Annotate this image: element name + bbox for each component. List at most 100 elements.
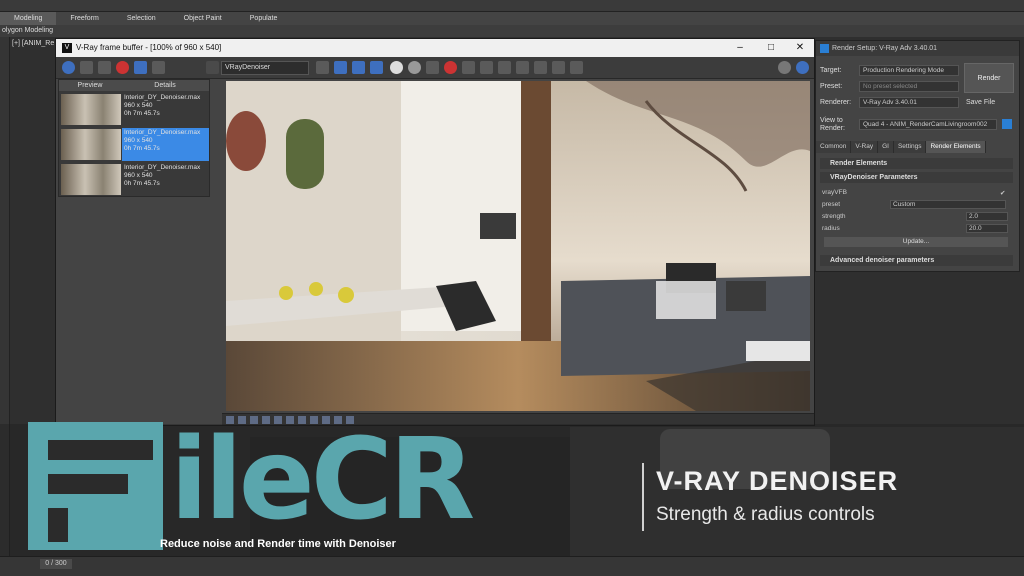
watermark-separator [642, 463, 644, 531]
history-details-header: Details [154, 82, 176, 89]
timeline-bar[interactable] [0, 556, 1024, 576]
preset-label: Preset: [820, 83, 843, 90]
camera-icon[interactable] [552, 61, 565, 74]
update-button[interactable]: Update... [824, 237, 1008, 247]
strength-spinner[interactable]: 2.0 [966, 212, 1008, 221]
vrayvfb-checkbox[interactable]: ✔ [1000, 189, 1005, 197]
history-thumbnail [61, 94, 121, 125]
minimize-icon[interactable]: – [728, 39, 752, 57]
save-image-icon[interactable] [426, 61, 439, 74]
filecr-f-mark [48, 440, 153, 542]
compare-icon[interactable] [134, 61, 147, 74]
render-setup-tabs: Common V-Ray GI Settings Render Elements [816, 141, 1019, 153]
close-icon[interactable]: ✕ [788, 39, 812, 57]
history-item-name: Interior_DY_Denoiser.max [124, 129, 201, 136]
renderer-label: Renderer: [820, 99, 852, 106]
record-icon[interactable] [116, 61, 129, 74]
max-top-toolbar [0, 0, 1024, 12]
history-toggle-icon[interactable] [62, 61, 75, 74]
tab-settings[interactable]: Settings [893, 141, 927, 153]
render-button[interactable]: Render [964, 63, 1014, 93]
lock-view-icon[interactable] [1002, 119, 1012, 129]
mono-icon[interactable] [408, 61, 421, 74]
alpha-icon[interactable] [390, 61, 403, 74]
vray-frame-buffer-window: V V-Ray frame buffer - [100% of 960 x 54… [55, 38, 815, 426]
history-thumbnail [61, 129, 121, 160]
b-channel-icon[interactable] [370, 61, 383, 74]
render-history-panel: Preview Details Interior_DY_Denoiser.max… [58, 79, 210, 197]
view-to-render-dropdown[interactable]: Quad 4 - ANIM_RenderCamLivingroom002 [859, 119, 997, 130]
maximize-icon[interactable]: □ [759, 39, 783, 57]
param-vrayvfb-label: vrayVFB [822, 189, 847, 196]
film-icon[interactable] [570, 61, 583, 74]
history-thumbnail [61, 164, 121, 195]
render-setup-titlebar: Render Setup: V-Ray Adv 3.40.01 [816, 41, 1019, 56]
copy-icon[interactable] [152, 61, 165, 74]
denoiser-preset-dropdown[interactable]: Custom [890, 200, 1006, 209]
stop-icon[interactable] [444, 61, 457, 74]
tab-common[interactable]: Common [816, 141, 852, 153]
tab-gi[interactable]: GI [878, 141, 894, 153]
channel-dropdown[interactable]: VRayDenoiser [221, 61, 309, 75]
target-label: Target: [820, 67, 842, 74]
r-channel-icon[interactable] [334, 61, 347, 74]
g-channel-icon[interactable] [352, 61, 365, 74]
param-strength-label: strength [822, 213, 846, 220]
preset-dropdown[interactable]: No preset selected [859, 81, 959, 92]
heart-icon[interactable] [316, 61, 329, 74]
render-icon[interactable] [796, 61, 809, 74]
watermark-subtitle: Strength & radius controls [656, 504, 875, 525]
load-icon[interactable] [98, 61, 111, 74]
renderer-dropdown[interactable]: V-Ray Adv 3.40.01 [859, 97, 959, 108]
interior-render-illustration [226, 81, 810, 411]
frame-buffer-toolbar: VRayDenoiser [56, 57, 814, 79]
ribbon-tab-selection[interactable]: Selection [113, 12, 170, 25]
history-item-time: 0h 7m 45.7s [124, 180, 160, 187]
frame-buffer-titlebar: V V-Ray frame buffer - [100% of 960 x 54… [56, 39, 814, 57]
status-light-icon [778, 61, 791, 74]
rendered-image[interactable] [226, 81, 810, 411]
max-logo-icon [820, 44, 829, 53]
view-to-render-label: View to Render: [820, 117, 845, 132]
rollout-denoiser-parameters[interactable]: VRayDenoiser Parameters [820, 172, 1013, 183]
track-mouse-icon[interactable] [480, 61, 493, 74]
ribbon-tab-freeform[interactable]: Freeform [56, 12, 112, 25]
history-item-res: 960 x 540 [124, 172, 153, 179]
viewport-label[interactable]: [+] [ANIM_Re [12, 40, 54, 47]
display-icon[interactable] [534, 61, 547, 74]
history-item-res: 960 x 540 [124, 137, 153, 144]
history-item-name: Interior_DY_Denoiser.max [124, 164, 201, 171]
filecr-logo-icon [28, 422, 163, 550]
ribbon-tab-populate[interactable]: Populate [236, 12, 292, 25]
rollout-render-elements[interactable]: Render Elements [820, 158, 1013, 169]
history-item-name: Interior_DY_Denoiser.max [124, 94, 201, 101]
ribbon-tab-modeling[interactable]: Modeling [0, 12, 57, 25]
history-item[interactable]: Interior_DY_Denoiser.max 960 x 540 0h 7m… [59, 162, 209, 197]
vray-logo-icon: V [62, 43, 72, 53]
ribbon-tab-object-paint[interactable]: Object Paint [170, 12, 236, 25]
lens-fx-icon[interactable] [516, 61, 529, 74]
radius-spinner[interactable]: 20.0 [966, 224, 1008, 233]
tab-vray[interactable]: V-Ray [851, 141, 879, 153]
render-setup-title: Render Setup: V-Ray Adv 3.40.01 [832, 45, 938, 52]
filecr-logo-text: ileCR [170, 415, 475, 545]
save-file-checkbox[interactable]: Save File [966, 99, 995, 106]
history-preview-header: Preview [77, 82, 103, 89]
pan-icon[interactable] [498, 61, 511, 74]
timeline-frame-counter[interactable]: 0 / 300 [40, 559, 72, 569]
target-dropdown[interactable]: Production Rendering Mode [859, 65, 959, 76]
history-item-selected[interactable]: Interior_DY_Denoiser.max 960 x 540 0h 7m… [59, 127, 209, 162]
history-item[interactable]: Interior_DY_Denoiser.max 960 x 540 0h 7m… [59, 92, 209, 127]
frame-buffer-title: V-Ray frame buffer - [100% of 960 x 540] [76, 43, 222, 52]
param-preset-label: preset [822, 201, 841, 208]
render-setup-window: Render Setup: V-Ray Adv 3.40.01 Target: … [815, 40, 1020, 272]
save-icon[interactable] [80, 61, 93, 74]
polygon-modeling-label: olygon Modeling [0, 25, 1024, 37]
history-item-time: 0h 7m 45.7s [124, 145, 160, 152]
menu-icon[interactable] [206, 61, 219, 74]
watermark-title: V-RAY DENOISER [656, 466, 899, 496]
region-render-icon[interactable] [462, 61, 475, 74]
tab-render-elements[interactable]: Render Elements [926, 141, 986, 153]
history-item-time: 0h 7m 45.7s [124, 110, 160, 117]
rollout-advanced-denoiser[interactable]: Advanced denoiser parameters [820, 255, 1013, 266]
